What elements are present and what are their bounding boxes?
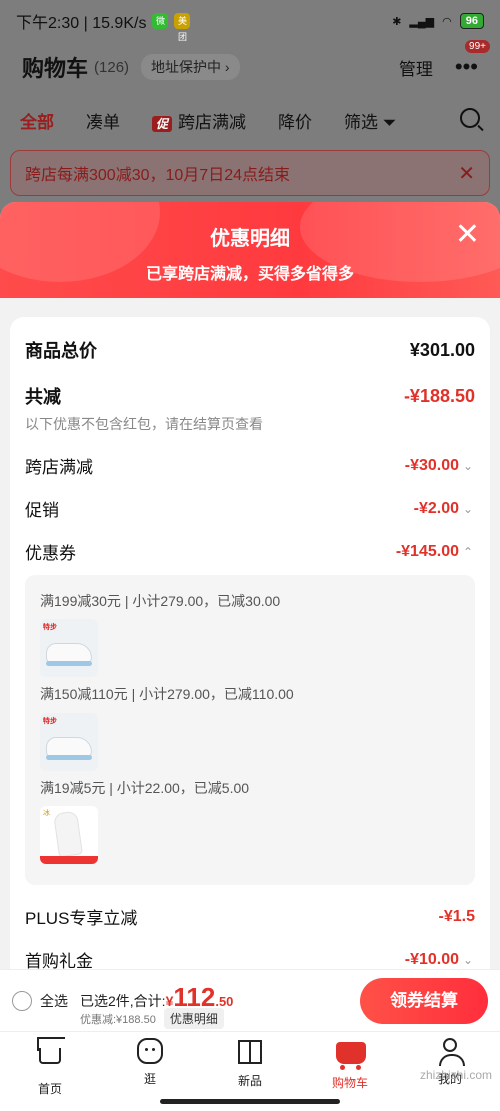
tab-cross-store-label: 跨店满减 (178, 112, 247, 132)
wifi-icon: ◠ (442, 15, 452, 28)
discount-summary: 优惠减:¥188.50 优惠明细 (80, 1008, 224, 1029)
browse-face-icon (136, 1038, 164, 1066)
discount-card: 商品总价 ¥301.00 共减 -¥188.50 以下优惠不包含红包，请在结算页… (10, 317, 490, 972)
battery-icon: 96 (459, 13, 484, 29)
discount-item-row[interactable]: 促销 -¥2.00 ⌄ (25, 496, 475, 521)
discount-detail-sheet: 优惠明细 已享跨店满减，买得多省得多 ✕ 商品总价 ¥301.00 共减 -¥1… (0, 202, 500, 972)
promo-tag: 促 (152, 115, 173, 132)
sleeve-image (53, 810, 83, 858)
total-row: 商品总价 ¥301.00 (25, 337, 475, 363)
discount-item-row[interactable]: 跨店满减 -¥30.00 ⌄ (25, 453, 475, 478)
select-all-radio[interactable] (12, 991, 32, 1011)
product-strip (40, 856, 98, 864)
sheet-header: 优惠明细 已享跨店满减，买得多省得多 ✕ (0, 202, 500, 298)
page-title: 购物车 (22, 56, 89, 81)
chevron-down-icon: ⌄ (463, 458, 474, 473)
filter-icon: ⏷ (382, 112, 397, 132)
box-icon (236, 1040, 264, 1068)
discount-item-value: -¥2.00 (413, 499, 459, 517)
discount-item-label: 跨店满减 (25, 458, 93, 477)
product-thumbnail[interactable]: 冰 (40, 806, 98, 864)
tab-label: 首页 (37, 1082, 62, 1096)
shoe-sole (46, 755, 92, 760)
more-button[interactable]: ••• 99+ (454, 40, 490, 80)
reduce-label: 共减 (25, 387, 61, 407)
brand-logo: 特步 (43, 718, 57, 725)
tab-all[interactable]: 全部 (20, 108, 54, 133)
chevron-down-icon: ⌄ (463, 501, 474, 516)
manage-button[interactable]: 管理 (399, 55, 433, 80)
promo-notice-text: 跨店每满300减30，10月7日24点结束 (25, 167, 290, 184)
filter-tabs: 全部 凑单 促跨店满减 降价 筛选 ⏷ (0, 98, 500, 142)
signal-icon: ▂▄▆ (409, 15, 435, 28)
more-badge: 99+ (465, 40, 490, 53)
tab-filter[interactable]: 筛选 ⏷ (344, 108, 396, 133)
discount-item-value: -¥30.00 (404, 456, 459, 474)
coupon-list: 满199减30元 | 小计279.00，已减30.00 特步 满150减110元… (25, 575, 475, 885)
total-amount-int: 112 (173, 982, 216, 1012)
wechat-icon: 微 (152, 13, 169, 29)
brand-logo: 冰 (43, 810, 50, 817)
coupon-line: 满150减110元 | 小计279.00，已减110.00 (40, 686, 294, 702)
reduce-row: 共减 -¥188.50 (25, 383, 475, 409)
meituan-icon: 美团 (174, 13, 191, 42)
tab-price-drop[interactable]: 降价 (278, 108, 312, 133)
promo-notice: 跨店每满300减30，10月7日24点结束 ✕ (10, 150, 490, 196)
tab-home[interactable]: 首页 (0, 1032, 100, 1111)
discount-text: 优惠减:¥188.50 (80, 1013, 156, 1026)
plus-row: PLUS专享立减 -¥1.5 (25, 904, 475, 929)
plus-label: PLUS专享立减 (25, 909, 138, 928)
cart-icon (336, 1042, 366, 1070)
home-indicator[interactable] (160, 1099, 340, 1104)
currency-symbol: ¥ (165, 993, 174, 1009)
brand-logo: 特步 (43, 624, 57, 631)
close-icon[interactable]: ✕ (455, 220, 480, 250)
watermark: zhizhizhi.com (419, 1068, 492, 1082)
status-time-speed: 下午2:30 | 15.9K/s (16, 15, 147, 32)
tab-label: 购物车 (331, 1076, 368, 1090)
person-icon (436, 1038, 465, 1066)
checkout-bar: 全选 已选2件,合计: ¥ 112 .50 优惠减:¥188.50 优惠明细 领… (0, 969, 500, 1031)
shoe-sole (46, 661, 92, 666)
sheet-title: 优惠明细 (210, 228, 290, 250)
cart-count: (126) (94, 58, 130, 76)
coupon-line: 满199减30元 | 小计279.00，已减30.00 (40, 593, 281, 609)
search-icon[interactable] (460, 108, 480, 128)
product-thumbnail[interactable]: 特步 (40, 713, 98, 771)
discount-item-label: 促销 (25, 501, 59, 520)
chevron-down-icon: ⌄ (463, 952, 474, 967)
bluetooth-icon: ✱ (392, 15, 402, 28)
tab-coudan[interactable]: 凑单 (86, 108, 120, 133)
close-icon[interactable]: ✕ (458, 161, 475, 186)
discount-detail-button[interactable]: 优惠明细 (163, 1008, 224, 1029)
shoe-image (46, 643, 92, 663)
checkout-button[interactable]: 领券结算 (360, 978, 488, 1024)
reduce-hint: 以下优惠不包含红包，请在结算页查看 (25, 416, 263, 432)
total-amount-dec: .50 (215, 994, 234, 1009)
plus-value: -¥1.5 (438, 907, 475, 925)
tab-cross-store[interactable]: 促跨店满减 (152, 108, 246, 133)
address-protect-chip[interactable]: 地址保护中 › (141, 54, 240, 80)
select-all-label[interactable]: 全选 (40, 991, 68, 1011)
status-bar: 下午2:30 | 15.9K/s 微 美团 ✱ ▂▄▆ ◠ 96 (0, 0, 500, 42)
gift-value: -¥10.00 (404, 950, 459, 968)
coupon-line: 满19减5元 | 小计22.00，已减5.00 (40, 780, 250, 796)
chevron-up-icon: ⌃ (463, 544, 474, 559)
reduce-value: -¥188.50 (403, 385, 475, 406)
total-label: 商品总价 (25, 341, 97, 361)
product-thumbnail[interactable]: 特步 (40, 619, 98, 677)
shoe-image (46, 737, 92, 757)
more-dots-icon: ••• (454, 54, 478, 79)
tab-label: 新品 (237, 1074, 262, 1088)
tab-filter-label: 筛选 (344, 112, 379, 132)
discount-item-label: 优惠券 (25, 544, 76, 563)
sheet-subtitle: 已享跨店满减，买得多省得多 (145, 266, 354, 283)
home-icon (36, 1048, 64, 1076)
total-summary: 已选2件,合计: ¥ 112 .50 (80, 984, 233, 1011)
cart-header: 购物车 (126) 地址保护中 › 管理 ••• 99+ (0, 40, 500, 92)
total-value: ¥301.00 (409, 339, 475, 360)
discount-item-row[interactable]: 优惠券 -¥145.00 ⌃ (25, 539, 475, 564)
tab-label: 逛 (143, 1072, 156, 1086)
discount-item-value: -¥145.00 (395, 542, 459, 560)
